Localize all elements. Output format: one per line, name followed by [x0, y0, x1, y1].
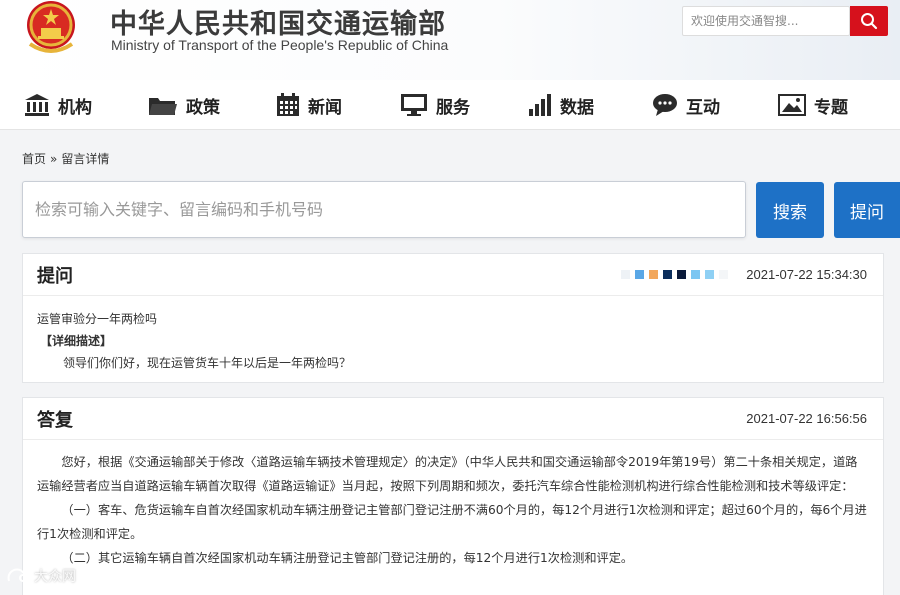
answer-paragraph: （二）其它运输车辆自首次经国家机动车辆注册登记主管部门登记注册的，每12个月进行…: [61, 551, 634, 565]
question-timestamp: 2021-07-22 15:34:30: [746, 267, 867, 282]
site-search-input[interactable]: 欢迎使用交通智搜...: [682, 6, 850, 36]
answer-timestamp: 2021-07-22 16:56:56: [746, 411, 867, 426]
redacted-username: [621, 270, 729, 279]
national-emblem-icon[interactable]: [18, 0, 84, 58]
nav-item-shuju[interactable]: 数据: [528, 80, 594, 130]
nav-item-jigou[interactable]: 机构: [24, 80, 92, 130]
bar-chart-icon: [529, 94, 551, 116]
breadcrumb-home[interactable]: 首页: [22, 152, 46, 166]
nav-item-label: 服务: [436, 97, 470, 118]
watermark: 大众网: [6, 566, 76, 586]
nav-item-label: 政策: [186, 97, 220, 118]
answer-paragraph: （一）客车、危货运输车自首次经国家机动车辆注册登记主管部门登记注册不满60个月的…: [37, 503, 867, 541]
nav-item-fuwu[interactable]: 服务: [400, 80, 470, 130]
site-search-button[interactable]: [850, 6, 888, 36]
message-search-box: [22, 181, 746, 238]
answer-card: 答复 2021-07-22 16:56:56 您好，根据《交通运输部关于修改〈道…: [22, 397, 884, 595]
nav-item-label: 数据: [560, 97, 594, 118]
nav-item-label: 互动: [686, 97, 720, 118]
detail-label: 【详细描述】: [40, 334, 113, 348]
site-subtitle: Ministry of Transport of the People's Re…: [111, 37, 449, 53]
breadcrumb-current: 留言详情: [61, 152, 110, 166]
search-button[interactable]: 搜索: [756, 182, 824, 238]
breadcrumb: 首页 » 留言详情: [22, 150, 109, 167]
folder-icon: [149, 98, 177, 115]
message-search-input[interactable]: [23, 182, 745, 237]
breadcrumb-separator: »: [50, 152, 58, 166]
nav-item-label: 专题: [814, 97, 848, 118]
question-body: 运管审验分一年两检吗 【详细描述】 领导们你们好，现在运管货车十年以后是一年两检…: [23, 296, 883, 374]
nav-item-zhuanti[interactable]: 专题: [778, 80, 848, 130]
nav-item-hudong[interactable]: 互动: [652, 80, 720, 130]
answer-body: 您好，根据《交通运输部关于修改〈道路运输车辆技术管理规定〉的决定》（中华人民共和…: [23, 440, 883, 570]
answer-card-header: 答复 2021-07-22 16:56:56: [23, 398, 883, 440]
question-title: 运管审验分一年两检吗: [37, 312, 158, 326]
nav-item-label: 机构: [58, 97, 92, 118]
building-icon: [25, 94, 49, 116]
nav-item-zhengce[interactable]: 政策: [148, 80, 220, 130]
site-title: 中华人民共和国交通运输部: [110, 9, 446, 39]
watermark-text: 大众网: [34, 569, 76, 585]
site-header: 中华人民共和国交通运输部 Ministry of Transport of th…: [0, 0, 900, 80]
image-icon: [778, 94, 806, 116]
main-nav: 机构 政策 新闻 服务 数据 互动 专题: [0, 80, 900, 130]
watermark-logo-icon: [7, 568, 27, 582]
question-heading: 提问: [37, 265, 73, 287]
ask-question-button[interactable]: 提问: [834, 182, 900, 238]
chat-bubble-icon: [653, 94, 677, 116]
question-card-header: 提问 2021-07-22 15:34:30: [23, 254, 883, 296]
nav-item-label: 新闻: [308, 97, 342, 118]
nav-item-xinwen[interactable]: 新闻: [276, 80, 342, 130]
question-card: 提问 2021-07-22 15:34:30 运管审验分一年两检吗 【详细描述】…: [22, 253, 884, 383]
calendar-grid-icon: [277, 93, 299, 116]
search-icon: [861, 13, 878, 30]
monitor-icon: [401, 94, 427, 116]
detail-text: 领导们你们好，现在运管货车十年以后是一年两检吗？: [63, 356, 352, 370]
answer-heading: 答复: [37, 409, 73, 431]
answer-paragraph: 您好，根据《交通运输部关于修改〈道路运输车辆技术管理规定〉的决定》（中华人民共和…: [37, 455, 858, 493]
